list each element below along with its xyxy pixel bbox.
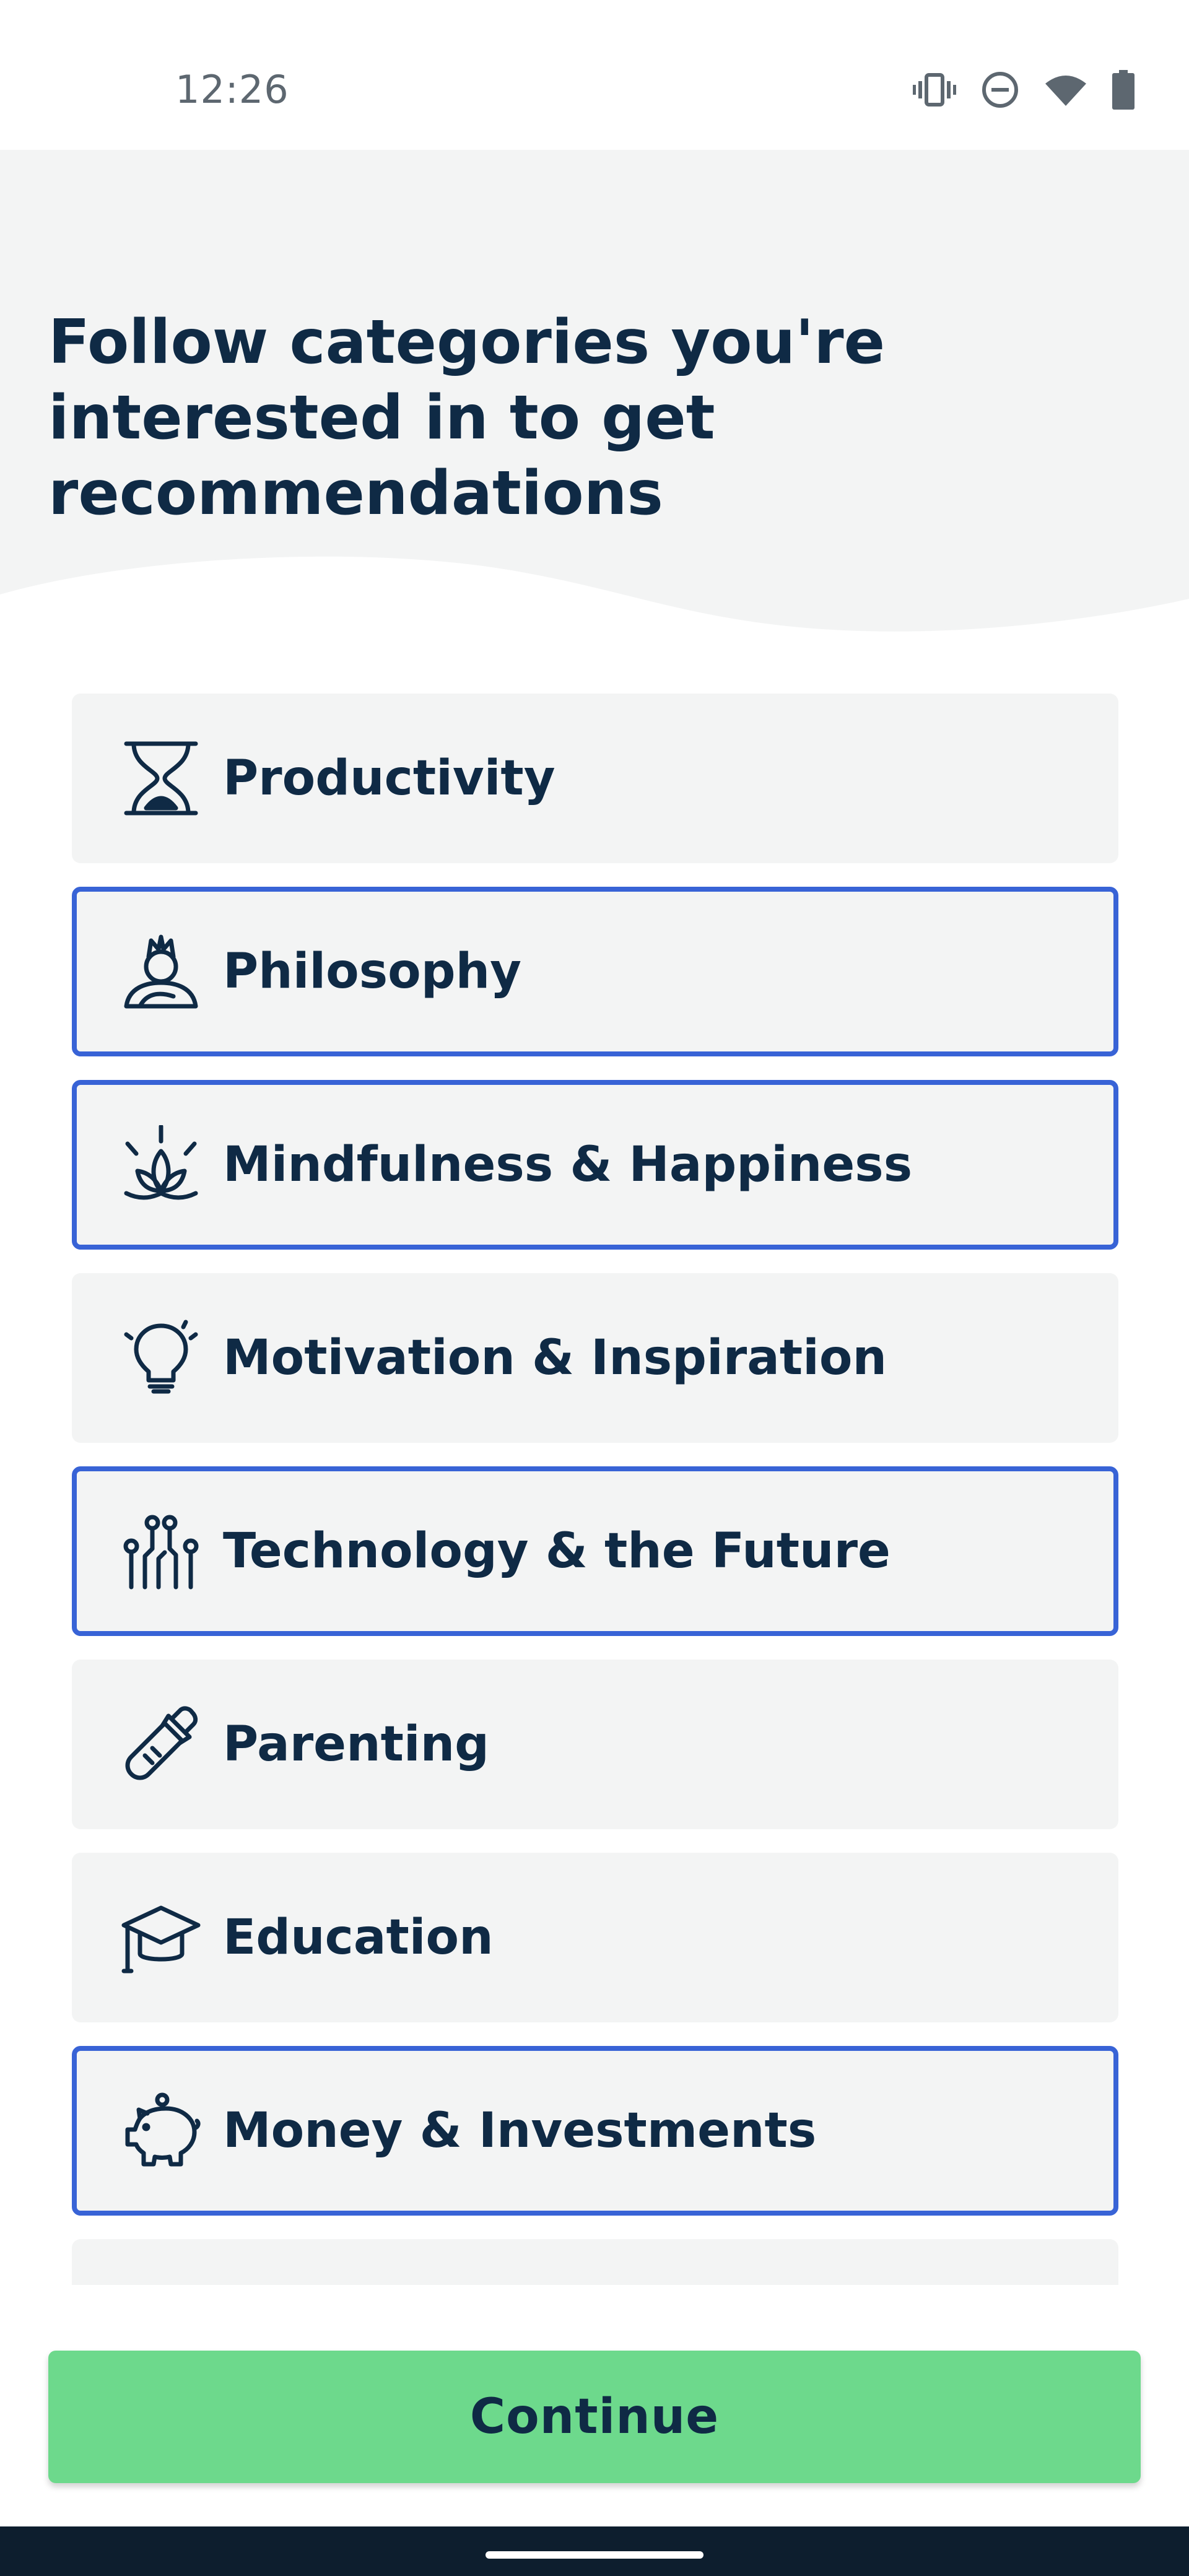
- category-item-motivation-inspiration[interactable]: Motivation & Inspiration: [72, 1273, 1118, 1443]
- page-title: Follow categories you're interested in t…: [48, 307, 886, 529]
- category-item-education[interactable]: Education: [72, 1853, 1118, 2022]
- hourglass-icon: [121, 739, 201, 818]
- category-label: Education: [223, 1910, 494, 1965]
- baby-bottle-icon: [121, 1705, 201, 1784]
- graduation-cap-icon: [121, 1898, 201, 1977]
- category-item-parenting[interactable]: Parenting: [72, 1660, 1118, 1829]
- continue-button[interactable]: Continue: [48, 2351, 1141, 2483]
- lotus-icon: [121, 1125, 201, 1204]
- category-label: Motivation & Inspiration: [223, 1330, 887, 1386]
- status-bar: 12:26: [0, 0, 1189, 150]
- category-label: Mindfulness & Happiness: [223, 1137, 913, 1193]
- status-icons: [913, 68, 1135, 111]
- status-time: 12:26: [175, 67, 289, 112]
- vibrate-icon: [913, 71, 956, 108]
- wifi-icon: [1044, 72, 1087, 107]
- header: Follow categories you're interested in t…: [0, 150, 1189, 639]
- category-label: Money & Investments: [223, 2103, 817, 2159]
- lightbulb-icon: [121, 1318, 201, 1398]
- category-label: Philosophy: [223, 944, 521, 999]
- category-label: Productivity: [223, 751, 555, 806]
- category-label: Technology & the Future: [223, 1523, 891, 1579]
- category-item-mindfulness-happiness[interactable]: Mindfulness & Happiness: [72, 1080, 1118, 1250]
- home-indicator[interactable]: [486, 2551, 703, 2559]
- category-item-philosophy[interactable]: Philosophy: [72, 887, 1118, 1056]
- circuit-icon: [121, 1512, 201, 1591]
- category-item-technology-future[interactable]: Technology & the Future: [72, 1466, 1118, 1636]
- category-item-partial[interactable]: [72, 2239, 1118, 2285]
- do-not-disturb-icon: [981, 71, 1019, 109]
- category-list: Productivity Philosophy Mindfulness & Ha…: [72, 694, 1118, 2285]
- thinker-icon: [121, 932, 201, 1011]
- piggy-bank-icon: [121, 2091, 201, 2170]
- category-item-productivity[interactable]: Productivity: [72, 694, 1118, 863]
- battery-icon: [1112, 70, 1135, 110]
- category-item-money-investments[interactable]: Money & Investments: [72, 2046, 1118, 2216]
- category-label: Parenting: [223, 1717, 489, 1772]
- navigation-bar: [0, 2526, 1189, 2576]
